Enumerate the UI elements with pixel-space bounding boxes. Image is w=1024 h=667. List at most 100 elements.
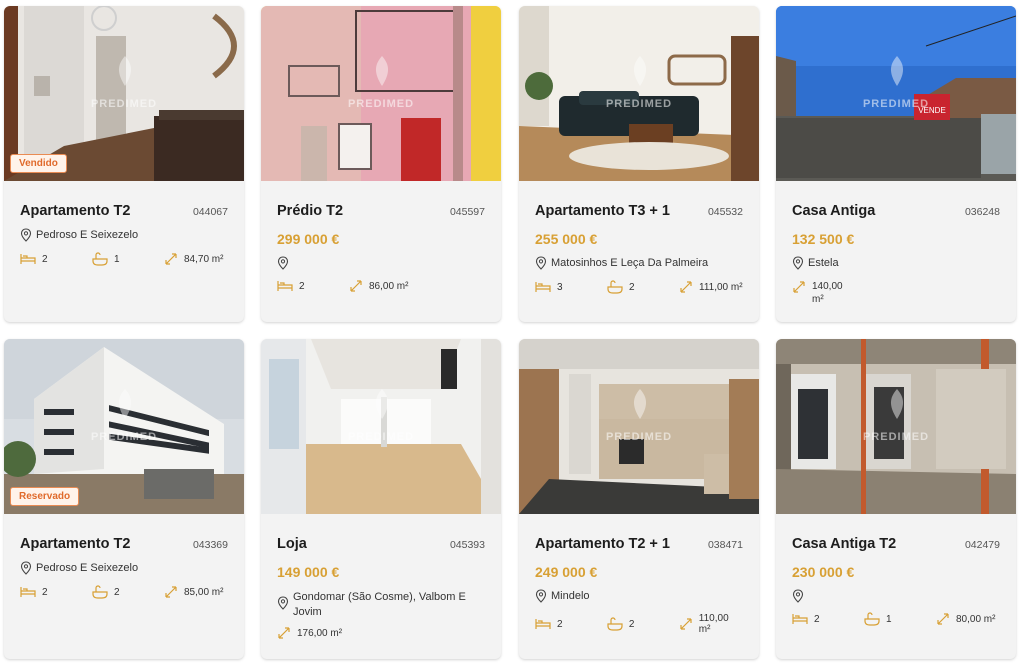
listing-card[interactable]: PREDIMED Loja 045393 149 000 € Gondomar … [261,339,501,659]
watermark: PREDIMED [605,431,673,443]
listing-reference: 044067 [192,206,228,218]
listing-photo[interactable]: VENDE PREDIMED [776,6,1016,181]
listing-title[interactable]: Casa Antiga T2 [792,536,896,552]
listing-features: 2 86,00 m² [277,279,485,293]
listing-title[interactable]: Prédio T2 [277,203,343,219]
listing-price: 249 000 € [535,564,598,580]
area-value: 85,00 m² [184,586,224,598]
watermark-bird-icon [118,389,132,419]
watermark-bird-icon [633,389,647,419]
listing-location: Gondomar (São Cosme), Valbom E Jovim [277,590,485,620]
listing-card[interactable]: PREDIMED Apartamento T3 + 1 045532 255 0… [519,6,759,322]
listing-features: 3 2 111,00 m² [535,280,743,294]
location-text: Estela [808,257,839,269]
listing-price: 230 000 € [792,564,855,580]
area-icon [680,618,692,630]
bath-icon [607,280,623,294]
area-value: 86,00 m² [369,280,409,292]
listing-reference: 045597 [449,206,485,218]
listing-features: 2 1 84,70 m² [20,252,228,266]
bed-icon [535,282,551,292]
listing-photo[interactable]: PREDIMED Vendido [4,6,244,181]
watermark-bird-icon [890,389,904,419]
listing-title[interactable]: Apartamento T2 + 1 [535,536,670,552]
listing-card[interactable]: PREDIMED Prédio T2 045597 299 000 € 2 86… [261,6,501,322]
listing-reference: 045532 [707,206,743,218]
watermark: PREDIMED [90,431,158,443]
listing-title[interactable]: Apartamento T2 [20,536,130,552]
location-pin-icon [535,589,547,603]
location-text: Pedroso E Seixezelo [36,229,139,241]
listing-features: 2 1 80,00 m² [792,612,1000,626]
bed-icon [20,587,36,597]
area-icon [165,253,177,265]
listing-location: Estela [792,256,1000,271]
area-value: 110,00 m² [698,613,729,635]
area-value: 140,00 m² [812,281,843,305]
listing-card[interactable]: PREDIMED Vendido Apartamento T2 044067 P… [4,6,244,322]
listing-title[interactable]: Apartamento T2 [20,203,130,219]
bath-icon [607,617,623,631]
bathrooms-count: 2 [114,586,120,598]
listing-features: 176,00 m² [277,626,485,640]
listing-location: Pedroso E Seixezelo [20,228,228,243]
watermark-bird-icon [890,56,904,86]
area-icon [165,586,177,598]
status-badge: Vendido [10,154,67,173]
listing-card[interactable]: PREDIMED Reservado Apartamento T2 043369… [4,339,244,659]
bath-icon [864,612,880,626]
area-icon [937,613,949,625]
listing-photo[interactable]: PREDIMED [519,339,759,514]
area-value: 176,00 m² [297,627,343,639]
area-value: 84,70 m² [184,253,224,265]
bathrooms-count: 1 [886,613,892,625]
bedrooms-count: 2 [42,253,48,265]
listing-photo[interactable]: PREDIMED [261,6,501,181]
listing-photo[interactable]: PREDIMED Reservado [4,339,244,514]
listing-title[interactable]: Loja [277,536,307,552]
bedrooms-count: 2 [42,586,48,598]
listing-card[interactable]: PREDIMED Casa Antiga T2 042479 230 000 €… [776,339,1016,659]
watermark-bird-icon [118,56,132,86]
listing-title[interactable]: Apartamento T3 + 1 [535,203,670,219]
bathrooms-count: 2 [629,281,635,293]
bedrooms-count: 2 [299,280,305,292]
listing-photo[interactable]: PREDIMED [776,339,1016,514]
listing-location: Matosinhos E Leça Da Palmeira [535,256,743,271]
bath-icon [92,585,108,599]
listing-title[interactable]: Casa Antiga [792,203,875,219]
area-icon [680,281,692,293]
listing-photo[interactable]: PREDIMED [519,6,759,181]
status-badge: Reservado [10,487,80,506]
listing-price: 132 500 € [792,231,855,247]
watermark-bird-icon [375,56,389,86]
bed-icon [20,254,36,264]
listing-features: 140,00 m² [792,280,1000,306]
bed-icon [535,619,551,629]
listing-reference: 043369 [192,539,228,551]
location-pin-icon [277,256,289,270]
listing-card[interactable]: PREDIMED Apartamento T2 + 1 038471 249 0… [519,339,759,659]
bedrooms-count: 2 [557,618,563,630]
location-pin-icon [277,596,289,610]
watermark: PREDIMED [347,431,415,443]
listing-location [792,589,1000,603]
location-pin-icon [535,256,547,270]
location-pin-icon [20,561,32,575]
listing-photo[interactable]: PREDIMED [261,339,501,514]
location-pin-icon [20,228,32,242]
listing-reference: 036248 [964,206,1000,218]
area-value: 80,00 m² [956,613,996,625]
watermark: PREDIMED [605,98,673,110]
listing-reference: 045393 [449,539,485,551]
listing-price: 149 000 € [277,564,340,580]
watermark-bird-icon [633,56,647,86]
location-pin-icon [792,256,804,270]
bed-icon [277,281,293,291]
listing-reference: 038471 [707,539,743,551]
bedrooms-count: 2 [814,613,820,625]
listing-card[interactable]: VENDE PREDIMED Casa Antiga 036248 132 50… [776,6,1016,322]
listing-price: 255 000 € [535,231,598,247]
location-text: Mindelo [551,590,590,602]
listing-location: Mindelo [535,589,743,604]
